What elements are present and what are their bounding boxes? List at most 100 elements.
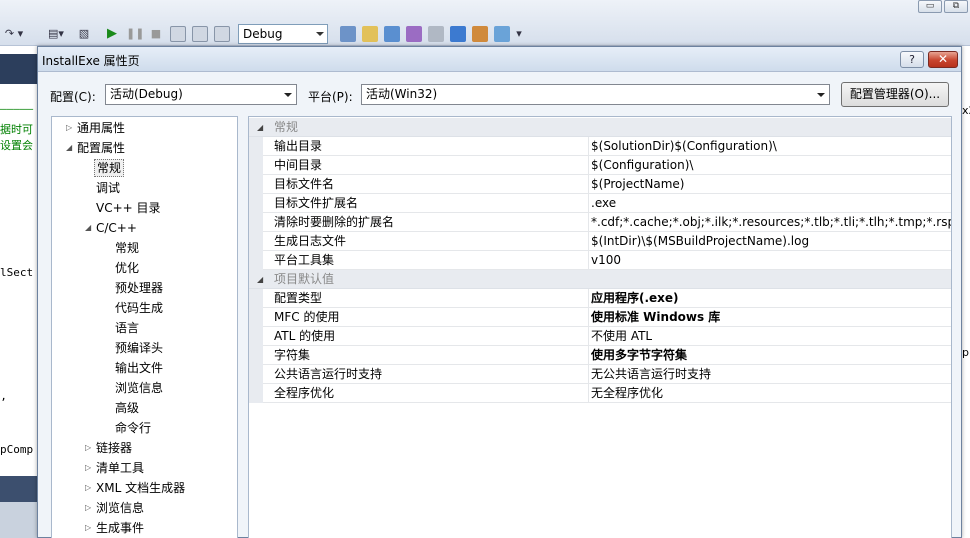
property-value[interactable]: $(IntDir)\$(MSBuildProjectName).log: [591, 232, 951, 251]
property-name: 生成日志文件: [274, 232, 589, 251]
tree-item-browse-info[interactable]: ▷ 浏览信息: [85, 499, 144, 517]
tools-icon[interactable]: [428, 26, 444, 42]
tree-item-label: 通用属性: [77, 121, 126, 135]
tree-item-cpp-preprocessor[interactable]: 预处理器: [115, 279, 163, 297]
step-over-icon[interactable]: [192, 26, 208, 42]
property-row[interactable]: 生成日志文件 $(IntDir)\$(MSBuildProjectName).lo…: [249, 232, 951, 251]
property-row[interactable]: 全程序优化 无全程序优化: [249, 384, 951, 403]
property-value[interactable]: $(ProjectName): [591, 175, 951, 194]
stop-icon[interactable]: ■: [148, 25, 164, 43]
collapse-triangle-icon[interactable]: ◢: [257, 118, 263, 137]
dialog-titlebar[interactable]: InstallExe 属性页 ? ✕: [38, 47, 961, 72]
property-value[interactable]: *.cdf;*.cache;*.obj;*.ilk;*.resources;*.…: [591, 213, 951, 232]
property-row[interactable]: 清除时要删除的扩展名 *.cdf;*.cache;*.obj;*.ilk;*.re…: [249, 213, 951, 232]
configuration-select[interactable]: 活动(Debug): [105, 84, 297, 105]
platform-select[interactable]: 活动(Win32): [361, 84, 830, 105]
collapse-triangle-icon[interactable]: ◢: [85, 219, 95, 237]
property-tree[interactable]: ▷ 通用属性 ◢ 配置属性 常规 调试 VC++ 目录 ◢ C/C++ 常规 优…: [51, 116, 238, 538]
property-value[interactable]: 无全程序优化: [591, 384, 951, 403]
ide-code-editor[interactable]: ————— 据时可 设置会 lSect ʼ pComp: [0, 46, 38, 538]
property-row[interactable]: 平台工具集 v100: [249, 251, 951, 270]
tree-item-label: 生成事件: [96, 521, 145, 535]
expand-triangle-icon[interactable]: ▷: [85, 519, 95, 537]
help-button[interactable]: ?: [900, 51, 924, 68]
row-gutter: [249, 156, 263, 175]
category-general[interactable]: ◢ 常规: [249, 118, 951, 137]
property-row[interactable]: 目标文件扩展名 .exe: [249, 194, 951, 213]
tree-item-common-properties[interactable]: ▷ 通用属性: [66, 119, 126, 137]
property-row[interactable]: ATL 的使用 不使用 ATL: [249, 327, 951, 346]
property-row[interactable]: 中间目录 $(Configuration)\: [249, 156, 951, 175]
expand-triangle-icon[interactable]: ▷: [85, 459, 95, 477]
start-debug-icon[interactable]: ▶: [104, 25, 120, 43]
property-value[interactable]: v100: [591, 251, 951, 270]
tree-item-cpp-code-generation[interactable]: 代码生成: [115, 299, 163, 317]
tree-item-cpp-language[interactable]: 语言: [115, 319, 139, 337]
property-grid[interactable]: ◢ 常规 输出目录 $(SolutionDir)$(Configuration)\…: [248, 116, 952, 538]
step-into-icon[interactable]: [170, 26, 186, 42]
platform-label: 平台(P):: [308, 90, 353, 104]
properties-icon[interactable]: [384, 26, 400, 42]
property-value[interactable]: $(SolutionDir)$(Configuration)\: [591, 137, 951, 156]
tree-item-cpp[interactable]: ◢ C/C++: [85, 219, 137, 237]
property-row[interactable]: 公共语言运行时支持 无公共语言运行时支持: [249, 365, 951, 384]
row-gutter: [249, 194, 263, 213]
toolbar-overflow-icon[interactable]: ▾: [514, 25, 524, 43]
output-window-icon[interactable]: [494, 26, 510, 42]
expand-triangle-icon[interactable]: ▷: [66, 119, 76, 137]
property-name: 配置类型: [274, 289, 589, 308]
tree-item-cpp-optimization[interactable]: 优化: [115, 259, 139, 277]
property-row[interactable]: 配置类型 应用程序(.exe): [249, 289, 951, 308]
property-name: 平台工具集: [274, 251, 589, 270]
property-value[interactable]: $(Configuration)\: [591, 156, 951, 175]
class-view-icon[interactable]: [450, 26, 466, 42]
tree-item-cpp-command-line[interactable]: 命令行: [115, 419, 151, 437]
category-project-defaults[interactable]: ◢ 项目默认值: [249, 270, 951, 289]
tree-item-cpp-output-files[interactable]: 输出文件: [115, 359, 163, 377]
tree-item-vc-directories[interactable]: VC++ 目录: [96, 199, 161, 217]
tree-item-cpp-browse-info[interactable]: 浏览信息: [115, 379, 163, 397]
pause-icon[interactable]: ❚❚: [126, 25, 144, 43]
tree-item-configuration-properties[interactable]: ◢ 配置属性: [66, 139, 125, 157]
collapse-triangle-icon[interactable]: ◢: [257, 270, 263, 289]
tree-item-xml-doc-generator[interactable]: ▷ XML 文档生成器: [85, 479, 185, 497]
property-row[interactable]: 字符集 使用多字节字符集: [249, 346, 951, 365]
tree-item-linker[interactable]: ▷ 链接器: [85, 439, 132, 457]
expand-triangle-icon[interactable]: ▷: [85, 439, 95, 457]
property-value[interactable]: 使用标准 Windows 库: [591, 308, 951, 327]
tree-item-manifest-tool[interactable]: ▷ 清单工具: [85, 459, 144, 477]
tree-item-cpp-precompiled-headers[interactable]: 预编译头: [115, 339, 163, 357]
tree-item-cpp-advanced[interactable]: 高级: [115, 399, 139, 417]
tree-item-general[interactable]: 常规: [94, 159, 125, 177]
tree-item-build-events[interactable]: ▷ 生成事件: [85, 519, 145, 537]
row-gutter: [249, 232, 263, 251]
property-value[interactable]: .exe: [591, 194, 951, 213]
collapse-triangle-icon[interactable]: ◢: [66, 139, 76, 157]
property-row[interactable]: 输出目录 $(SolutionDir)$(Configuration)\: [249, 137, 951, 156]
navigate-icon[interactable]: ▧: [74, 25, 94, 43]
property-value[interactable]: 无公共语言运行时支持: [591, 365, 951, 384]
property-value[interactable]: 使用多字节字符集: [591, 346, 951, 365]
toolbox-icon[interactable]: [472, 26, 488, 42]
comment-icon[interactable]: ▤▾: [44, 25, 68, 43]
minimize-icon[interactable]: ▭: [918, 0, 942, 13]
close-button[interactable]: ✕: [928, 51, 958, 68]
redo-icon[interactable]: ↷ ▾: [2, 25, 26, 43]
expand-triangle-icon[interactable]: ▷: [85, 499, 95, 517]
step-out-icon[interactable]: [214, 26, 230, 42]
solution-config-combo[interactable]: Debug: [238, 24, 328, 44]
configuration-label: 配置(C):: [50, 90, 96, 104]
property-row[interactable]: MFC 的使用 使用标准 Windows 库: [249, 308, 951, 327]
property-value[interactable]: 不使用 ATL: [591, 327, 951, 346]
configuration-manager-button[interactable]: 配置管理器(O)...: [841, 82, 949, 107]
tree-item-debugging[interactable]: 调试: [96, 179, 120, 197]
find-icon[interactable]: [340, 26, 356, 42]
solution-explorer-icon[interactable]: [362, 26, 378, 42]
object-browser-icon[interactable]: [406, 26, 422, 42]
row-gutter: [249, 175, 263, 194]
expand-triangle-icon[interactable]: ▷: [85, 479, 95, 497]
tree-item-cpp-general[interactable]: 常规: [115, 239, 139, 257]
property-row[interactable]: 目标文件名 $(ProjectName): [249, 175, 951, 194]
restore-icon[interactable]: ⧉: [944, 0, 968, 13]
property-value[interactable]: 应用程序(.exe): [591, 289, 951, 308]
